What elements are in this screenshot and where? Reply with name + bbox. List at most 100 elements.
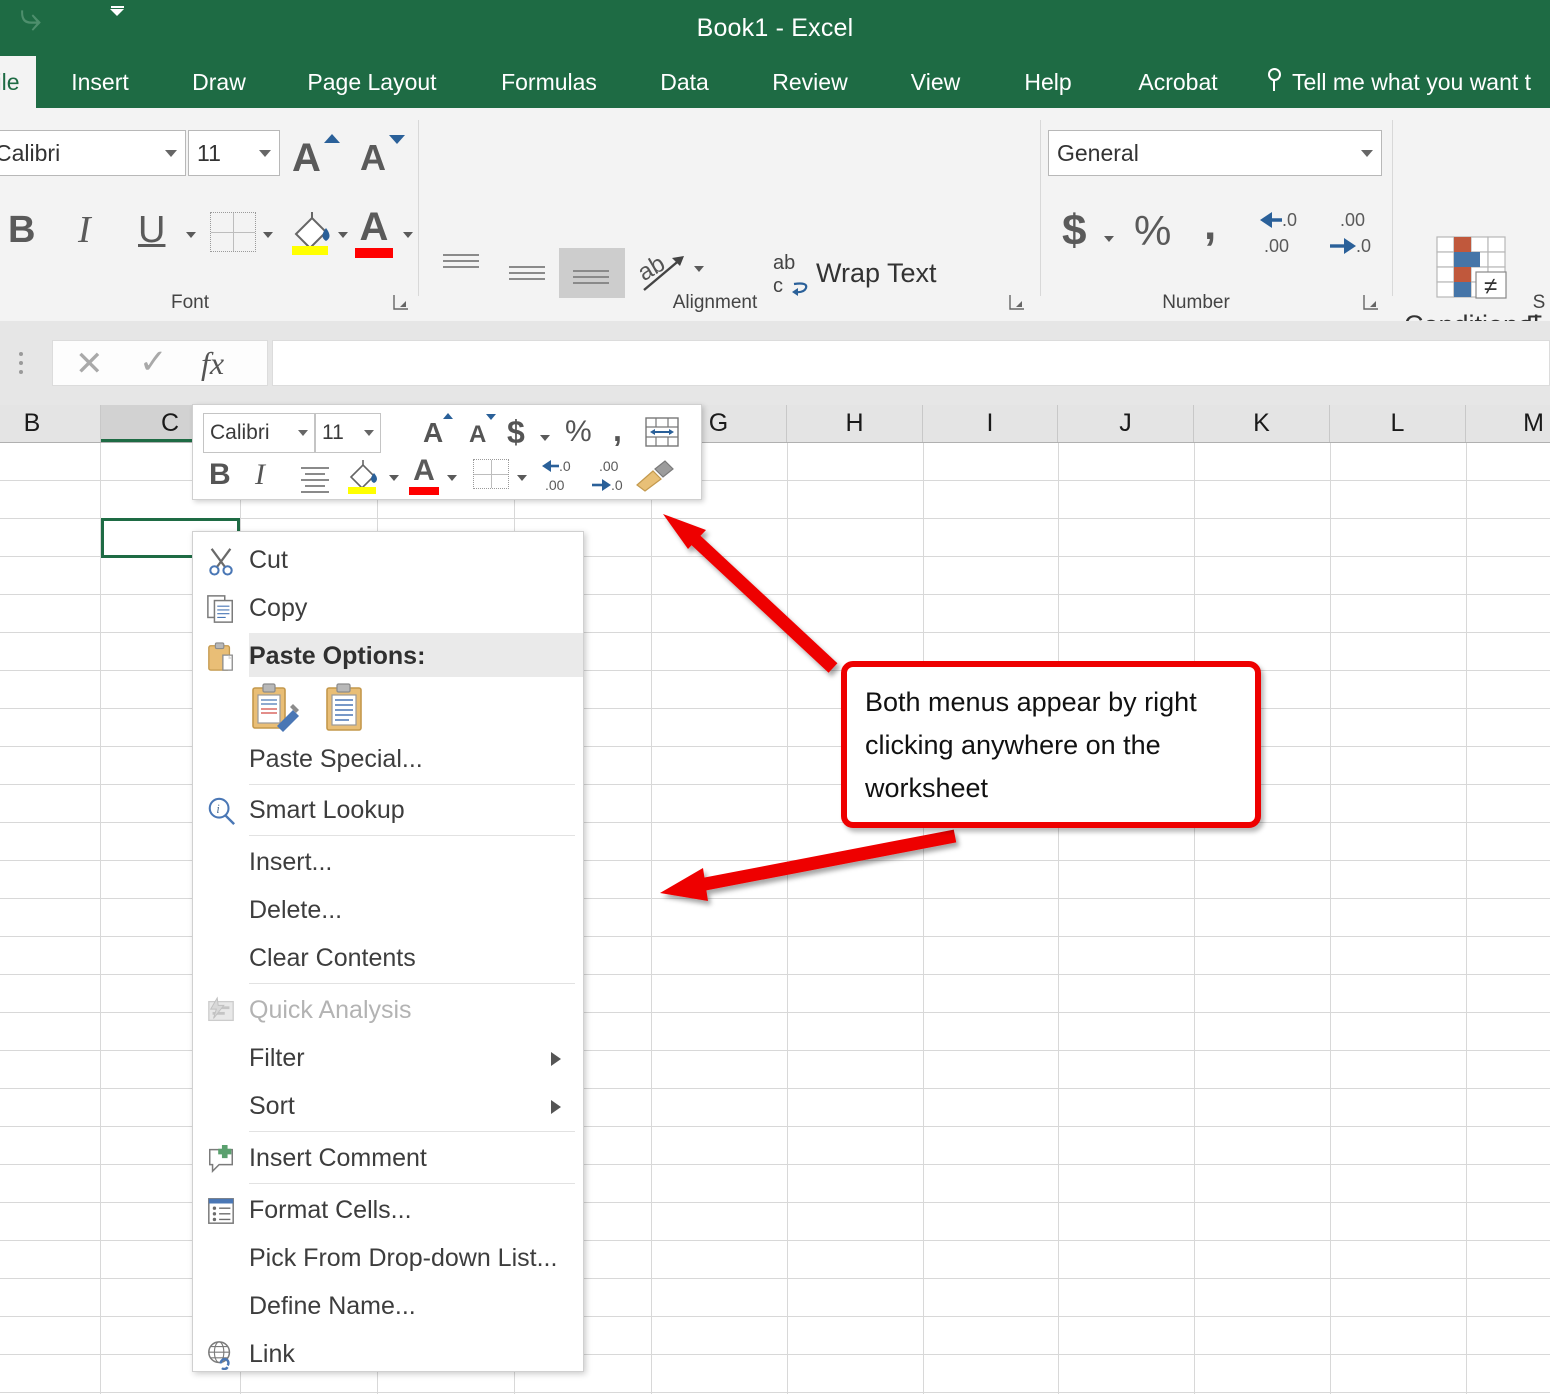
italic-button[interactable]: I: [78, 208, 91, 252]
wrap-text-label[interactable]: Wrap Text: [816, 255, 937, 291]
tab-draw[interactable]: Draw: [160, 56, 278, 108]
top-align-button[interactable]: [443, 254, 479, 272]
percent-style-button[interactable]: %: [1134, 208, 1171, 254]
context-menu-item-paste-special[interactable]: Paste Special...: [193, 735, 583, 783]
shrink-font-arrow-icon: [486, 414, 496, 420]
tab-insert[interactable]: Insert: [40, 56, 160, 108]
context-menu-label-sort: Sort: [249, 1092, 295, 1120]
font-name-combo[interactable]: Calibri: [0, 130, 186, 176]
tab-data[interactable]: Data: [632, 56, 737, 108]
context-menu-item-clear-contents[interactable]: Clear Contents: [193, 934, 583, 982]
context-menu-item-format-cells[interactable]: Format Cells...: [193, 1186, 583, 1234]
middle-align-button[interactable]: [509, 266, 545, 284]
font-size-combo[interactable]: 11: [188, 130, 280, 176]
fill-color-button[interactable]: [286, 206, 336, 256]
grow-font-arrow-icon: [324, 134, 340, 143]
mini-borders-icon[interactable]: [473, 459, 509, 489]
chevron-down-icon[interactable]: [694, 266, 704, 272]
mini-accounting-number-format-icon[interactable]: $: [507, 413, 525, 451]
column-header-I[interactable]: I: [923, 405, 1058, 442]
chevron-down-icon[interactable]: [403, 232, 413, 238]
context-menu[interactable]: Cut Copy Paste Options: Paste Special...…: [192, 531, 584, 1372]
column-header-H[interactable]: H: [787, 405, 923, 442]
tab-acrobat[interactable]: Acrobat: [1109, 56, 1247, 108]
title-bar: ⤷ Book1 - Excel: [0, 0, 1550, 56]
mini-bold-icon[interactable]: B: [209, 457, 231, 493]
comma-style-button[interactable]: ,: [1204, 200, 1216, 250]
formula-bar-grip[interactable]: [14, 347, 28, 379]
mini-grow-font-icon[interactable]: A: [423, 417, 443, 449]
context-menu-item-cut[interactable]: Cut: [193, 536, 583, 584]
column-header-M[interactable]: M: [1466, 405, 1550, 442]
tab-review[interactable]: Review: [740, 56, 880, 108]
bold-button[interactable]: B: [8, 208, 35, 252]
context-menu-item-link[interactable]: Link: [193, 1330, 583, 1378]
increase-decimal-button[interactable]: .0 .00: [1258, 208, 1314, 258]
mini-decrease-decimal-icon[interactable]: .00 .0: [589, 457, 631, 495]
context-menu-item-insert[interactable]: Insert...: [193, 838, 583, 886]
number-format-combo[interactable]: General: [1048, 130, 1382, 176]
tell-me-search[interactable]: Tell me what you want t: [1264, 56, 1531, 108]
context-menu-label-link: Link: [249, 1340, 295, 1368]
lightbulb-icon: [1264, 66, 1286, 96]
context-menu-item-filter[interactable]: Filter: [193, 1034, 583, 1082]
mini-increase-decimal-icon[interactable]: .0 .00: [541, 457, 583, 495]
shrink-font-icon[interactable]: A: [360, 140, 386, 176]
chevron-down-icon[interactable]: [540, 435, 550, 441]
chevron-down-icon[interactable]: [389, 475, 399, 481]
column-header-B[interactable]: B: [0, 405, 101, 442]
cancel-icon[interactable]: ✕: [75, 345, 104, 383]
mini-shrink-font-icon[interactable]: A: [469, 421, 486, 449]
mini-comma-style-icon[interactable]: ,: [613, 411, 622, 449]
context-menu-item-define-name[interactable]: Define Name...: [193, 1282, 583, 1330]
mini-percent-style-icon[interactable]: %: [565, 415, 592, 449]
tab-help[interactable]: Help: [994, 56, 1102, 108]
insert-function-icon[interactable]: fx: [201, 343, 224, 383]
context-menu-item-smart-lookup[interactable]: i Smart Lookup: [193, 786, 583, 834]
chevron-down-icon[interactable]: [447, 475, 457, 481]
formula-input[interactable]: [272, 340, 1550, 386]
paste-values-icon[interactable]: [319, 682, 371, 734]
paste-keep-source-formatting-icon[interactable]: [249, 682, 301, 734]
chevron-down-icon[interactable]: [186, 232, 196, 238]
underline-button[interactable]: U: [138, 208, 165, 252]
confirm-icon[interactable]: ✓: [139, 343, 168, 381]
context-menu-item-sort[interactable]: Sort: [193, 1082, 583, 1130]
font-dialog-launcher[interactable]: [392, 293, 412, 313]
mini-toolbar[interactable]: Calibri 11 A A $ % , B I A .0 .00 .00 .0: [192, 404, 702, 500]
context-menu-item-insert-comment[interactable]: Insert Comment: [193, 1134, 583, 1182]
column-header-K[interactable]: K: [1194, 405, 1330, 442]
mini-font-color-icon[interactable]: A: [409, 455, 439, 495]
context-menu-label-filter: Filter: [249, 1044, 305, 1072]
tab-view[interactable]: View: [883, 56, 988, 108]
svg-text:.00: .00: [545, 477, 565, 493]
column-header-J[interactable]: J: [1058, 405, 1194, 442]
chevron-down-icon[interactable]: [517, 475, 527, 481]
font-color-button[interactable]: A: [355, 206, 393, 258]
context-menu-item-copy[interactable]: Copy: [193, 584, 583, 632]
mini-font-name-combo[interactable]: Calibri: [203, 413, 315, 453]
mini-font-size-combo[interactable]: 11: [315, 413, 381, 453]
tab-page-layout[interactable]: Page Layout: [281, 56, 463, 108]
mini-merge-center-icon[interactable]: [645, 416, 679, 448]
mini-fill-color-icon[interactable]: [343, 455, 383, 495]
borders-button[interactable]: [210, 212, 256, 252]
context-menu-item-pick-from-dropdown-list[interactable]: Pick From Drop-down List...: [193, 1234, 583, 1282]
chevron-down-icon[interactable]: [1104, 236, 1114, 242]
mini-format-painter-icon[interactable]: [635, 459, 679, 493]
tab-formulas[interactable]: Formulas: [467, 56, 631, 108]
number-dialog-launcher[interactable]: [1362, 293, 1382, 313]
chevron-down-icon[interactable]: [263, 232, 273, 238]
context-menu-item-delete[interactable]: Delete...: [193, 886, 583, 934]
mini-italic-icon[interactable]: I: [255, 457, 265, 493]
tab-file[interactable]: File: [0, 56, 36, 108]
decrease-decimal-button[interactable]: .00 .0: [1326, 208, 1382, 258]
accounting-number-format-button[interactable]: $: [1062, 206, 1086, 256]
alignment-dialog-launcher[interactable]: [1008, 293, 1028, 313]
mini-center-align-icon[interactable]: [301, 467, 329, 497]
svg-text:≠: ≠: [1484, 273, 1497, 300]
column-header-L[interactable]: L: [1330, 405, 1466, 442]
chevron-down-icon[interactable]: [338, 232, 348, 238]
grow-font-icon[interactable]: A: [292, 138, 321, 178]
context-menu-label-pick-from-dropdown-list: Pick From Drop-down List...: [249, 1244, 558, 1272]
